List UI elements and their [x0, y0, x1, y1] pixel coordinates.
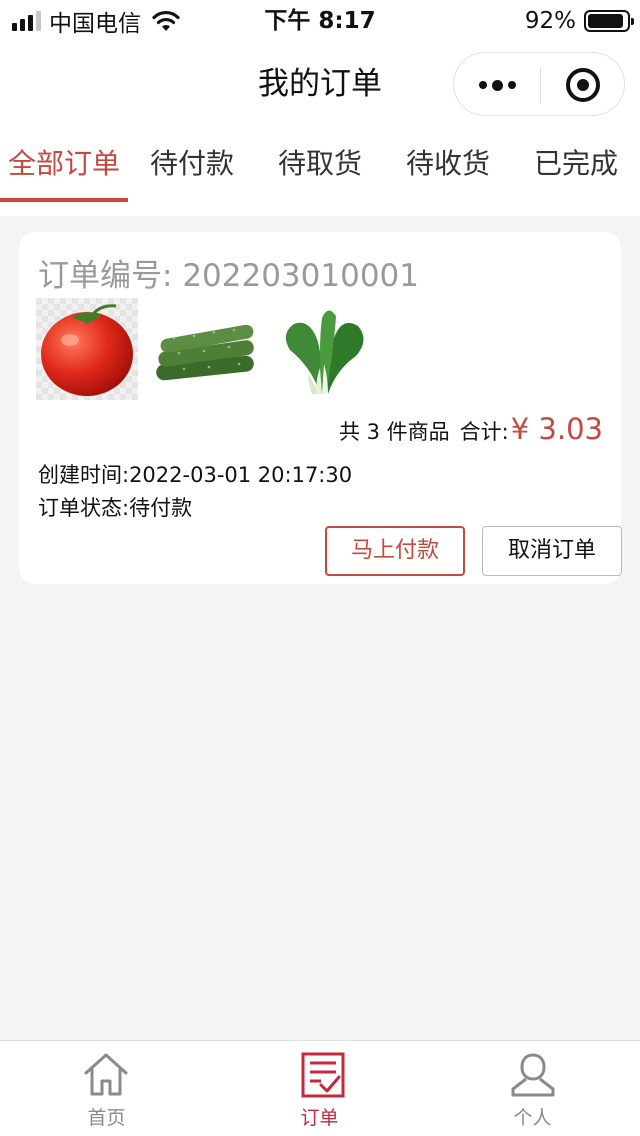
order-card[interactable]: 订单编号: 202203010001 共 3 件商品 合计: ¥ 3.03 创建…	[19, 232, 622, 584]
more-button[interactable]	[454, 53, 540, 117]
mini-program-capsule	[453, 52, 625, 116]
more-dot-icon	[507, 81, 516, 89]
item-count: 共 3 件商品	[338, 420, 450, 444]
order-number-label: 订单编号:	[38, 258, 173, 294]
battery-icon	[584, 10, 634, 32]
status-right: 92%	[524, 6, 634, 36]
tabbar-item-profile[interactable]: 个人	[426, 1041, 639, 1136]
tab-active-indicator	[0, 198, 128, 202]
tab-label: 待付款	[149, 147, 234, 180]
bottom-tab-bar: 首页 订单 个人	[0, 1040, 640, 1136]
order-tabs: 全部订单 待付款 待取货 待收货 已完成	[0, 126, 640, 216]
tab-pending-payment[interactable]: 待付款	[128, 142, 256, 202]
order-summary: 共 3 件商品 合计: ¥ 3.03	[339, 412, 603, 446]
tabbar-label: 订单	[300, 1107, 339, 1129]
tab-completed[interactable]: 已完成	[512, 142, 640, 202]
tab-label: 已完成	[533, 147, 618, 180]
pay-now-button[interactable]: 马上付款	[325, 526, 465, 576]
person-icon	[511, 1053, 555, 1097]
tabbar-item-home[interactable]: 首页	[0, 1041, 213, 1136]
tab-label: 待收货	[405, 147, 490, 180]
battery-percent: 92%	[524, 8, 576, 34]
tabbar-item-orders[interactable]: 订单	[213, 1041, 426, 1136]
home-icon	[84, 1053, 128, 1096]
target-circle-icon	[566, 68, 600, 102]
battery-fill	[588, 14, 623, 28]
tabbar-label: 首页	[87, 1107, 126, 1129]
created-time: 创建时间:2022-03-01 20:17:30	[38, 463, 353, 487]
tomato-image	[36, 298, 138, 400]
bok-choy-image	[272, 298, 374, 400]
tab-label: 全部订单	[7, 147, 120, 180]
tab-all-orders[interactable]: 全部订单	[0, 142, 128, 202]
tab-pending-pickup[interactable]: 待取货	[256, 142, 384, 202]
total-price: ¥ 3.03	[510, 412, 603, 446]
status-bar: 中国电信 下午 8:17 92%	[0, 0, 640, 42]
order-icon	[301, 1052, 345, 1098]
more-dot-icon	[491, 79, 503, 91]
close-program-button[interactable]	[540, 53, 626, 117]
tabbar-label: 个人	[513, 1107, 552, 1129]
cucumber-image	[154, 298, 256, 400]
nav-bar: 我的订单	[0, 42, 640, 126]
total-label: 合计:	[459, 420, 509, 444]
order-number-value: 202203010001	[182, 258, 419, 294]
tab-pending-receipt[interactable]: 待收货	[384, 142, 512, 202]
cancel-order-button[interactable]: 取消订单	[482, 526, 622, 576]
order-status: 订单状态:待付款	[38, 496, 193, 520]
more-dot-icon	[478, 81, 487, 89]
tab-label: 待取货	[277, 147, 362, 180]
order-number: 订单编号: 202203010001	[38, 256, 419, 296]
